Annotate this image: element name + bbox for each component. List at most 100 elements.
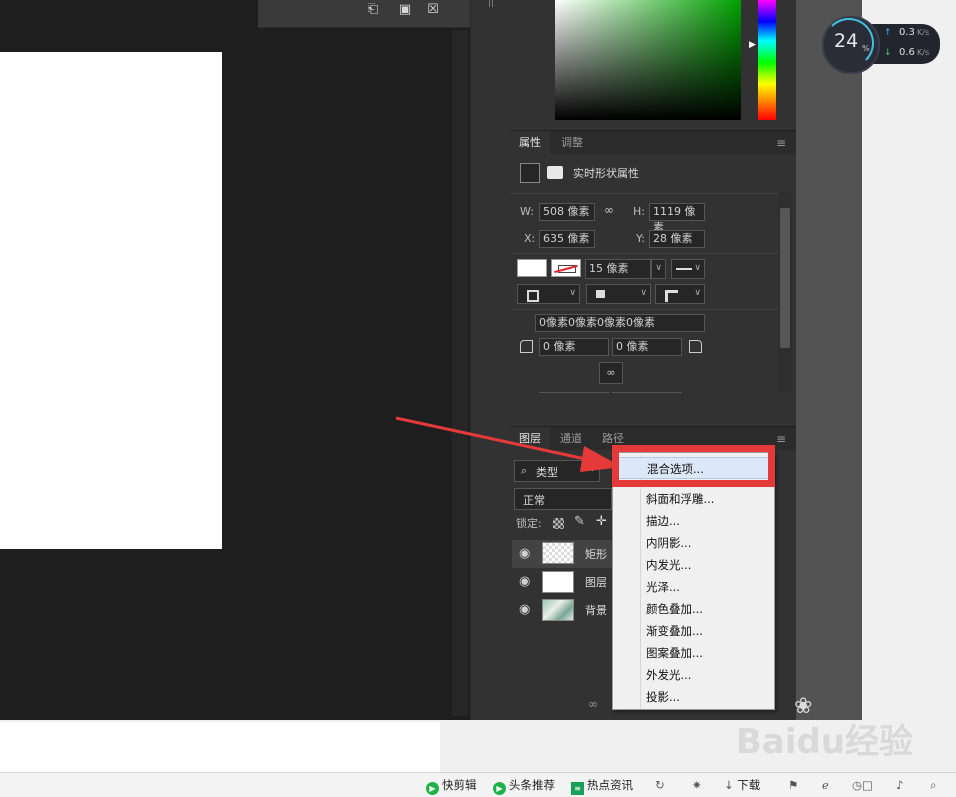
- stroke-swatch[interactable]: [551, 259, 581, 277]
- refresh-icon[interactable]: ↻: [655, 777, 665, 794]
- network-speed-widget[interactable]: 24 % ↑ 0.3 K/s ↓ 0.6 K/s: [822, 16, 940, 74]
- context-menu: 混合选项... 斜面和浮雕... 描边... 内阴影... 内发光... 光泽.…: [612, 452, 775, 710]
- status-bar: ▶ 快剪辑 ▶ 头条推荐 ≡ 热点资讯 ↻ ✷ ↓ 下载 ⚑ ℯ ◷ □ ♪ ⌕: [0, 772, 956, 797]
- watermark-text: Baidu经验: [736, 722, 914, 762]
- trash-icon[interactable]: ☒: [424, 2, 442, 18]
- properties-tabbar: 属性 调整 ≡: [510, 130, 796, 155]
- link-layers-icon[interactable]: ∞: [588, 697, 598, 711]
- eye-icon[interactable]: ◉: [519, 546, 530, 561]
- hue-slider[interactable]: [758, 0, 776, 120]
- corner-bottomright-field[interactable]: [612, 392, 682, 398]
- y-field[interactable]: 28 像素: [649, 230, 705, 248]
- statusbar-item-download[interactable]: ↓ 下载: [724, 777, 760, 794]
- net-percent-unit: %: [862, 44, 870, 53]
- document-page[interactable]: [0, 52, 222, 549]
- corner-radius-all-field[interactable]: 0像素0像素0像素0像素: [535, 314, 705, 332]
- hue-slider-marker-icon[interactable]: ▶: [749, 40, 756, 50]
- properties-scrollbar-thumb[interactable]: [780, 208, 790, 348]
- layer-thumbnail: [542, 599, 574, 621]
- layer-row[interactable]: ◉ 矩形: [512, 540, 616, 568]
- statusbar-label: 快剪辑: [442, 778, 477, 792]
- layer-name[interactable]: 背景: [585, 602, 607, 618]
- corner-topright-icon: [689, 340, 702, 353]
- lock-move-icon[interactable]: ✛: [596, 514, 607, 529]
- blend-mode-value: 正常: [523, 494, 545, 507]
- link-corners-icon[interactable]: ∞: [599, 362, 623, 384]
- news-icon: ≡: [571, 782, 584, 795]
- eye-icon[interactable]: ◉: [519, 574, 530, 589]
- layer-row[interactable]: ◉ 图层: [512, 568, 616, 596]
- watermark: ❀ Baidu经验: [736, 694, 956, 770]
- download-unit: K/s: [917, 48, 930, 57]
- layer-name[interactable]: 矩形: [585, 546, 607, 562]
- statusbar-label: 下载: [737, 778, 761, 792]
- panel-right-edge: [796, 0, 862, 720]
- add-layer-icon[interactable]: ⎗: [364, 2, 382, 18]
- x-label: X:: [524, 232, 536, 245]
- pin-icon[interactable]: ✷: [692, 777, 702, 794]
- eye-icon[interactable]: ◉: [519, 602, 530, 617]
- browser-icon[interactable]: ℯ: [822, 777, 829, 794]
- download-icon: ↓: [724, 778, 734, 792]
- layer-toolbar: ⎗ ▣ ☒: [258, 0, 470, 28]
- flag-icon[interactable]: ⚑: [788, 777, 798, 794]
- divider: [510, 193, 780, 194]
- stroke-type-dropdown[interactable]: ∨: [671, 259, 705, 279]
- canvas-vertical-scrollbar[interactable]: [452, 30, 468, 716]
- tab-adjustments[interactable]: 调整: [552, 131, 592, 155]
- tab-properties[interactable]: 属性: [510, 131, 550, 155]
- menu-item-color-overlay[interactable]: 颜色叠加...: [613, 598, 774, 620]
- search-icon[interactable]: ⌕: [930, 777, 936, 794]
- corner-topright-field[interactable]: 0 像素: [612, 338, 682, 356]
- statusbar-item-hotnews[interactable]: ≡ 热点资讯: [571, 777, 633, 795]
- menu-item-outer-glow[interactable]: 外发光...: [613, 664, 774, 686]
- shape-bounds-icon[interactable]: [520, 163, 540, 183]
- menu-item-pattern-overlay[interactable]: 图案叠加...: [613, 642, 774, 664]
- layers-menu-icon[interactable]: ≡: [776, 432, 786, 446]
- lock-transparency-icon[interactable]: [553, 518, 564, 529]
- properties-menu-icon[interactable]: ≡: [776, 136, 786, 150]
- menu-item-inner-shadow[interactable]: 内阴影...: [613, 532, 774, 554]
- stroke-corner-dropdown[interactable]: ∨: [655, 284, 705, 304]
- stroke-width-field[interactable]: 15 像素: [585, 259, 651, 279]
- statusbar-label: 头条推荐: [509, 778, 555, 792]
- divider: [510, 309, 780, 310]
- upload-speed: 0.3: [899, 27, 915, 38]
- menu-item-bevel-emboss[interactable]: 斜面和浮雕...: [613, 488, 774, 510]
- play-icon: ▶: [426, 782, 439, 795]
- net-percent: 24: [834, 30, 859, 52]
- window-icon[interactable]: □: [862, 777, 873, 794]
- history-icon[interactable]: ◷: [852, 777, 862, 794]
- width-field[interactable]: 508 像素: [539, 203, 595, 221]
- lock-brush-icon[interactable]: ✎: [574, 514, 585, 529]
- menu-item-inner-glow[interactable]: 内发光...: [613, 554, 774, 576]
- menu-item-stroke[interactable]: 描边...: [613, 510, 774, 532]
- layer-row[interactable]: ◉ 背景: [512, 596, 616, 624]
- color-saturation-field[interactable]: [555, 0, 741, 120]
- layer-name[interactable]: 图层: [585, 574, 607, 590]
- height-field[interactable]: 1119 像素: [649, 203, 705, 234]
- blend-mode-dropdown[interactable]: 正常: [514, 488, 612, 510]
- volume-icon[interactable]: ♪: [896, 777, 903, 794]
- corner-bottomleft-field[interactable]: [539, 392, 609, 398]
- statusbar-item-headlines[interactable]: ▶ 头条推荐: [493, 777, 555, 795]
- collapse-panels-icon[interactable]: ||: [484, 0, 498, 10]
- download-arrow-icon: ↓: [884, 48, 892, 58]
- statusbar-item-quickcut[interactable]: ▶ 快剪辑: [426, 777, 477, 795]
- lock-label: 锁定:: [516, 517, 542, 530]
- fill-swatch[interactable]: [517, 259, 547, 277]
- play-icon: ▶: [493, 782, 506, 795]
- corner-topleft-field[interactable]: 0 像素: [539, 338, 609, 356]
- annotation-arrow: [390, 410, 630, 480]
- mask-icon[interactable]: [547, 166, 563, 179]
- menu-item-satin[interactable]: 光泽...: [613, 576, 774, 598]
- bottom-white-area: [0, 722, 440, 774]
- stroke-width-dropdown[interactable]: ∨: [651, 259, 666, 279]
- link-dimensions-icon[interactable]: ∞: [604, 203, 614, 217]
- stroke-cap-dropdown[interactable]: ∨: [586, 284, 651, 304]
- menu-item-gradient-overlay[interactable]: 渐变叠加...: [613, 620, 774, 642]
- stroke-align-dropdown[interactable]: ∨: [517, 284, 580, 304]
- upload-unit: K/s: [917, 28, 930, 37]
- camera-icon[interactable]: ▣: [396, 2, 414, 18]
- x-field[interactable]: 635 像素: [539, 230, 595, 248]
